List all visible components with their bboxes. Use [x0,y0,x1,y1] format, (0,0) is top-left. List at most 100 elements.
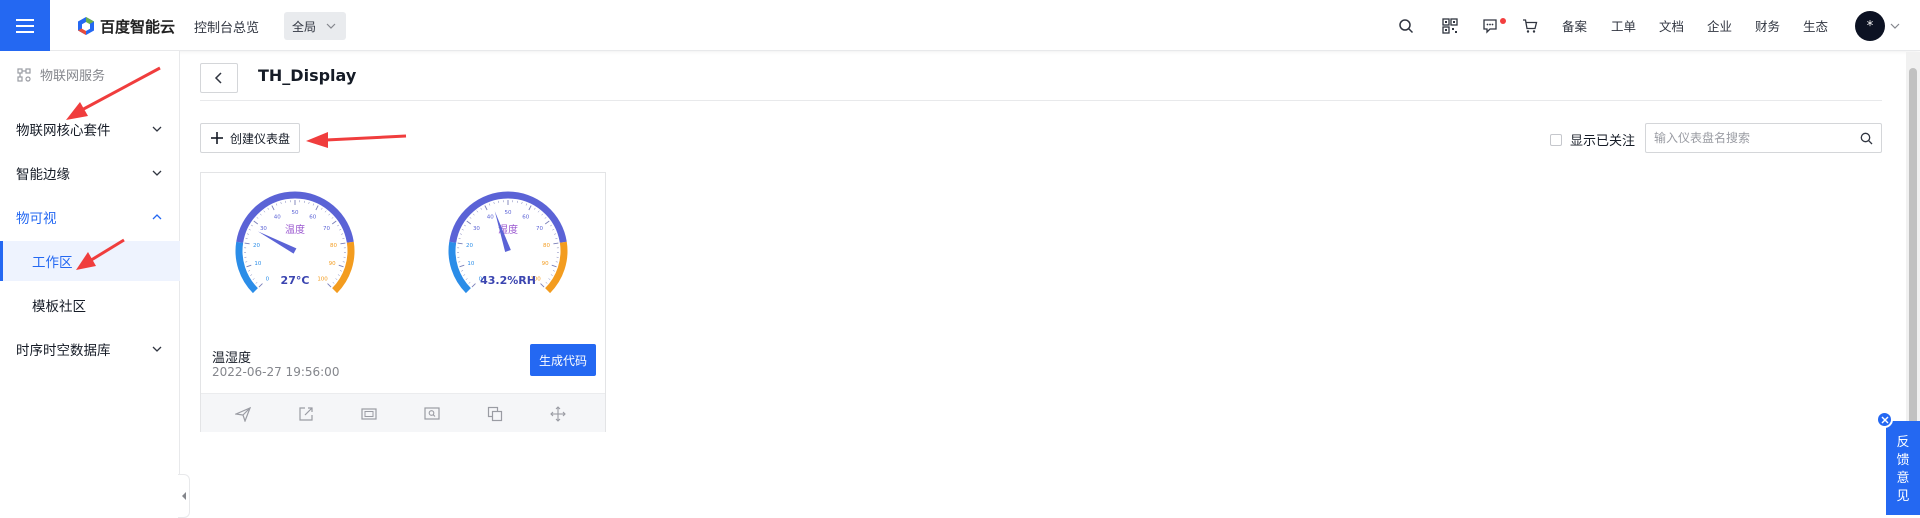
baidu-cloud-logo[interactable]: 百度智能云 [76,13,175,39]
gauge-tick [550,225,552,226]
sidebar-item-workspace[interactable]: 工作区 [0,241,180,281]
gauge-tick [472,284,476,288]
send-icon[interactable] [235,406,251,422]
show-followed-toggle[interactable]: 显示已关注 [1550,130,1635,149]
gauge-tick [325,211,326,213]
gauge-tick [489,204,490,206]
gauge-tick-label: 80 [330,243,337,249]
nav-link-finance[interactable]: 财务 [1755,0,1780,51]
gauge-value: 43.2%RH [480,274,536,287]
create-dashboard-button[interactable]: 创建仪表盘 [200,123,300,153]
console-overview-link[interactable]: 控制台总览 [194,17,259,36]
nav-link-ecosystem[interactable]: 生态 [1803,0,1828,51]
gauge-tick [264,211,265,213]
nav-link-enterprise[interactable]: 企业 [1707,0,1732,51]
back-button[interactable] [200,63,238,93]
sidebar-item-label: 工作区 [32,251,73,271]
gauge-tick [328,284,332,288]
menu-button[interactable] [0,0,50,51]
search-input[interactable] [1646,124,1851,152]
sidebar-item-template-community[interactable]: 模板社区 [0,285,180,325]
sidebar-item-tsdb[interactable]: 时序时空数据库 [0,327,180,371]
gauge-tick [272,206,274,210]
chevron-down-icon [152,125,162,133]
chevron-up-icon [152,213,162,221]
cart-button[interactable] [1522,0,1538,51]
show-followed-label: 显示已关注 [1570,130,1635,149]
search-icon[interactable] [1860,132,1873,145]
feedback-char: 馈 [1896,452,1909,470]
feedback-char: 见 [1896,488,1909,506]
gauge-tick [458,243,463,244]
gauge-tick [332,221,336,224]
gauge-tick [553,270,555,271]
qrcode-button[interactable] [1442,0,1458,51]
dashboard-card[interactable]: 0102030405060708090100温度27°C010203040506… [200,172,606,432]
gauge-tick [336,279,338,280]
gauge-tick-label: 80 [543,243,550,249]
move-icon[interactable] [550,406,566,422]
feedback-button[interactable]: 反 馈 意 见 [1886,421,1920,515]
card-toolbar [201,393,605,432]
sidebar-item-edge[interactable]: 智能边缘 [0,151,180,195]
gauge-tick-label: 100 [317,277,328,283]
avatar[interactable]: * [1855,11,1885,41]
show-followed-checkbox[interactable] [1550,134,1562,146]
sidebar-item-label: 时序时空数据库 [16,339,111,359]
gauge-tick-label: 90 [542,261,549,267]
scrollbar-thumb[interactable] [1909,68,1917,428]
gauge-tick [257,217,259,218]
external-link-icon[interactable] [298,406,314,422]
nav-link-beian[interactable]: 备案 [1562,0,1587,51]
gauge-tick-label: 10 [467,261,474,267]
gauge-tick [260,214,261,215]
message-button[interactable] [1482,0,1498,51]
logo-icon [76,16,96,36]
feedback-close-button[interactable] [1876,411,1893,428]
nav-link-ticket[interactable]: 工单 [1611,0,1636,51]
gauge-tick [477,211,478,213]
chevron-down-icon[interactable] [1890,22,1900,30]
gauge-tick-label: 50 [292,210,299,216]
sidebar-collapse-toggle[interactable] [178,474,190,518]
sidebar-item-iot-core[interactable]: 物联网核心套件 [0,107,180,151]
fullscreen-icon[interactable] [361,406,377,422]
gauge-tick [276,204,277,206]
divider [200,100,1882,101]
sidebar-item-visualization[interactable]: 物可视 [0,195,180,239]
gauge-tick [545,217,547,218]
gauge-tick [545,221,549,224]
gauge-tick [542,214,543,215]
gauge-tick-label: 70 [323,226,330,232]
gauge-tick [461,270,463,271]
gauge-tick [485,206,487,210]
gauge-tick [339,265,344,267]
chevron-down-icon [326,21,336,31]
gauge-tick [481,208,482,210]
gauge-tick [552,229,554,230]
gauge-tick [526,204,527,206]
cart-icon [1522,18,1538,34]
gauge-tick [538,211,539,213]
sidebar-item-label: 模板社区 [32,295,86,315]
preview-icon[interactable] [424,406,440,422]
gauge-tick [546,282,548,283]
nav-link-docs[interactable]: 文档 [1659,0,1684,51]
top-bar: 百度智能云 控制台总览 全局 备案 工单 文档 企业 财务 生态 * [0,0,1920,51]
dashboard-name: 温湿度 [212,347,251,366]
region-select[interactable]: 全局 [284,12,346,40]
gauge-tick [552,265,557,267]
gauge-tick [268,208,269,210]
gauge-tick [554,234,556,235]
gauge-tick [316,206,318,210]
search-button[interactable] [1398,0,1414,51]
gauge-tick [466,279,468,280]
gauge-tick [553,243,558,244]
gauge-tick-label: 30 [260,226,267,232]
copy-icon[interactable] [487,406,503,422]
generate-code-button[interactable]: 生成代码 [530,344,596,376]
page-title: TH_Display [258,66,356,85]
dashboard-search[interactable] [1645,123,1882,153]
sidebar-item-label: 智能边缘 [16,163,70,183]
gauge-tick [246,265,251,267]
